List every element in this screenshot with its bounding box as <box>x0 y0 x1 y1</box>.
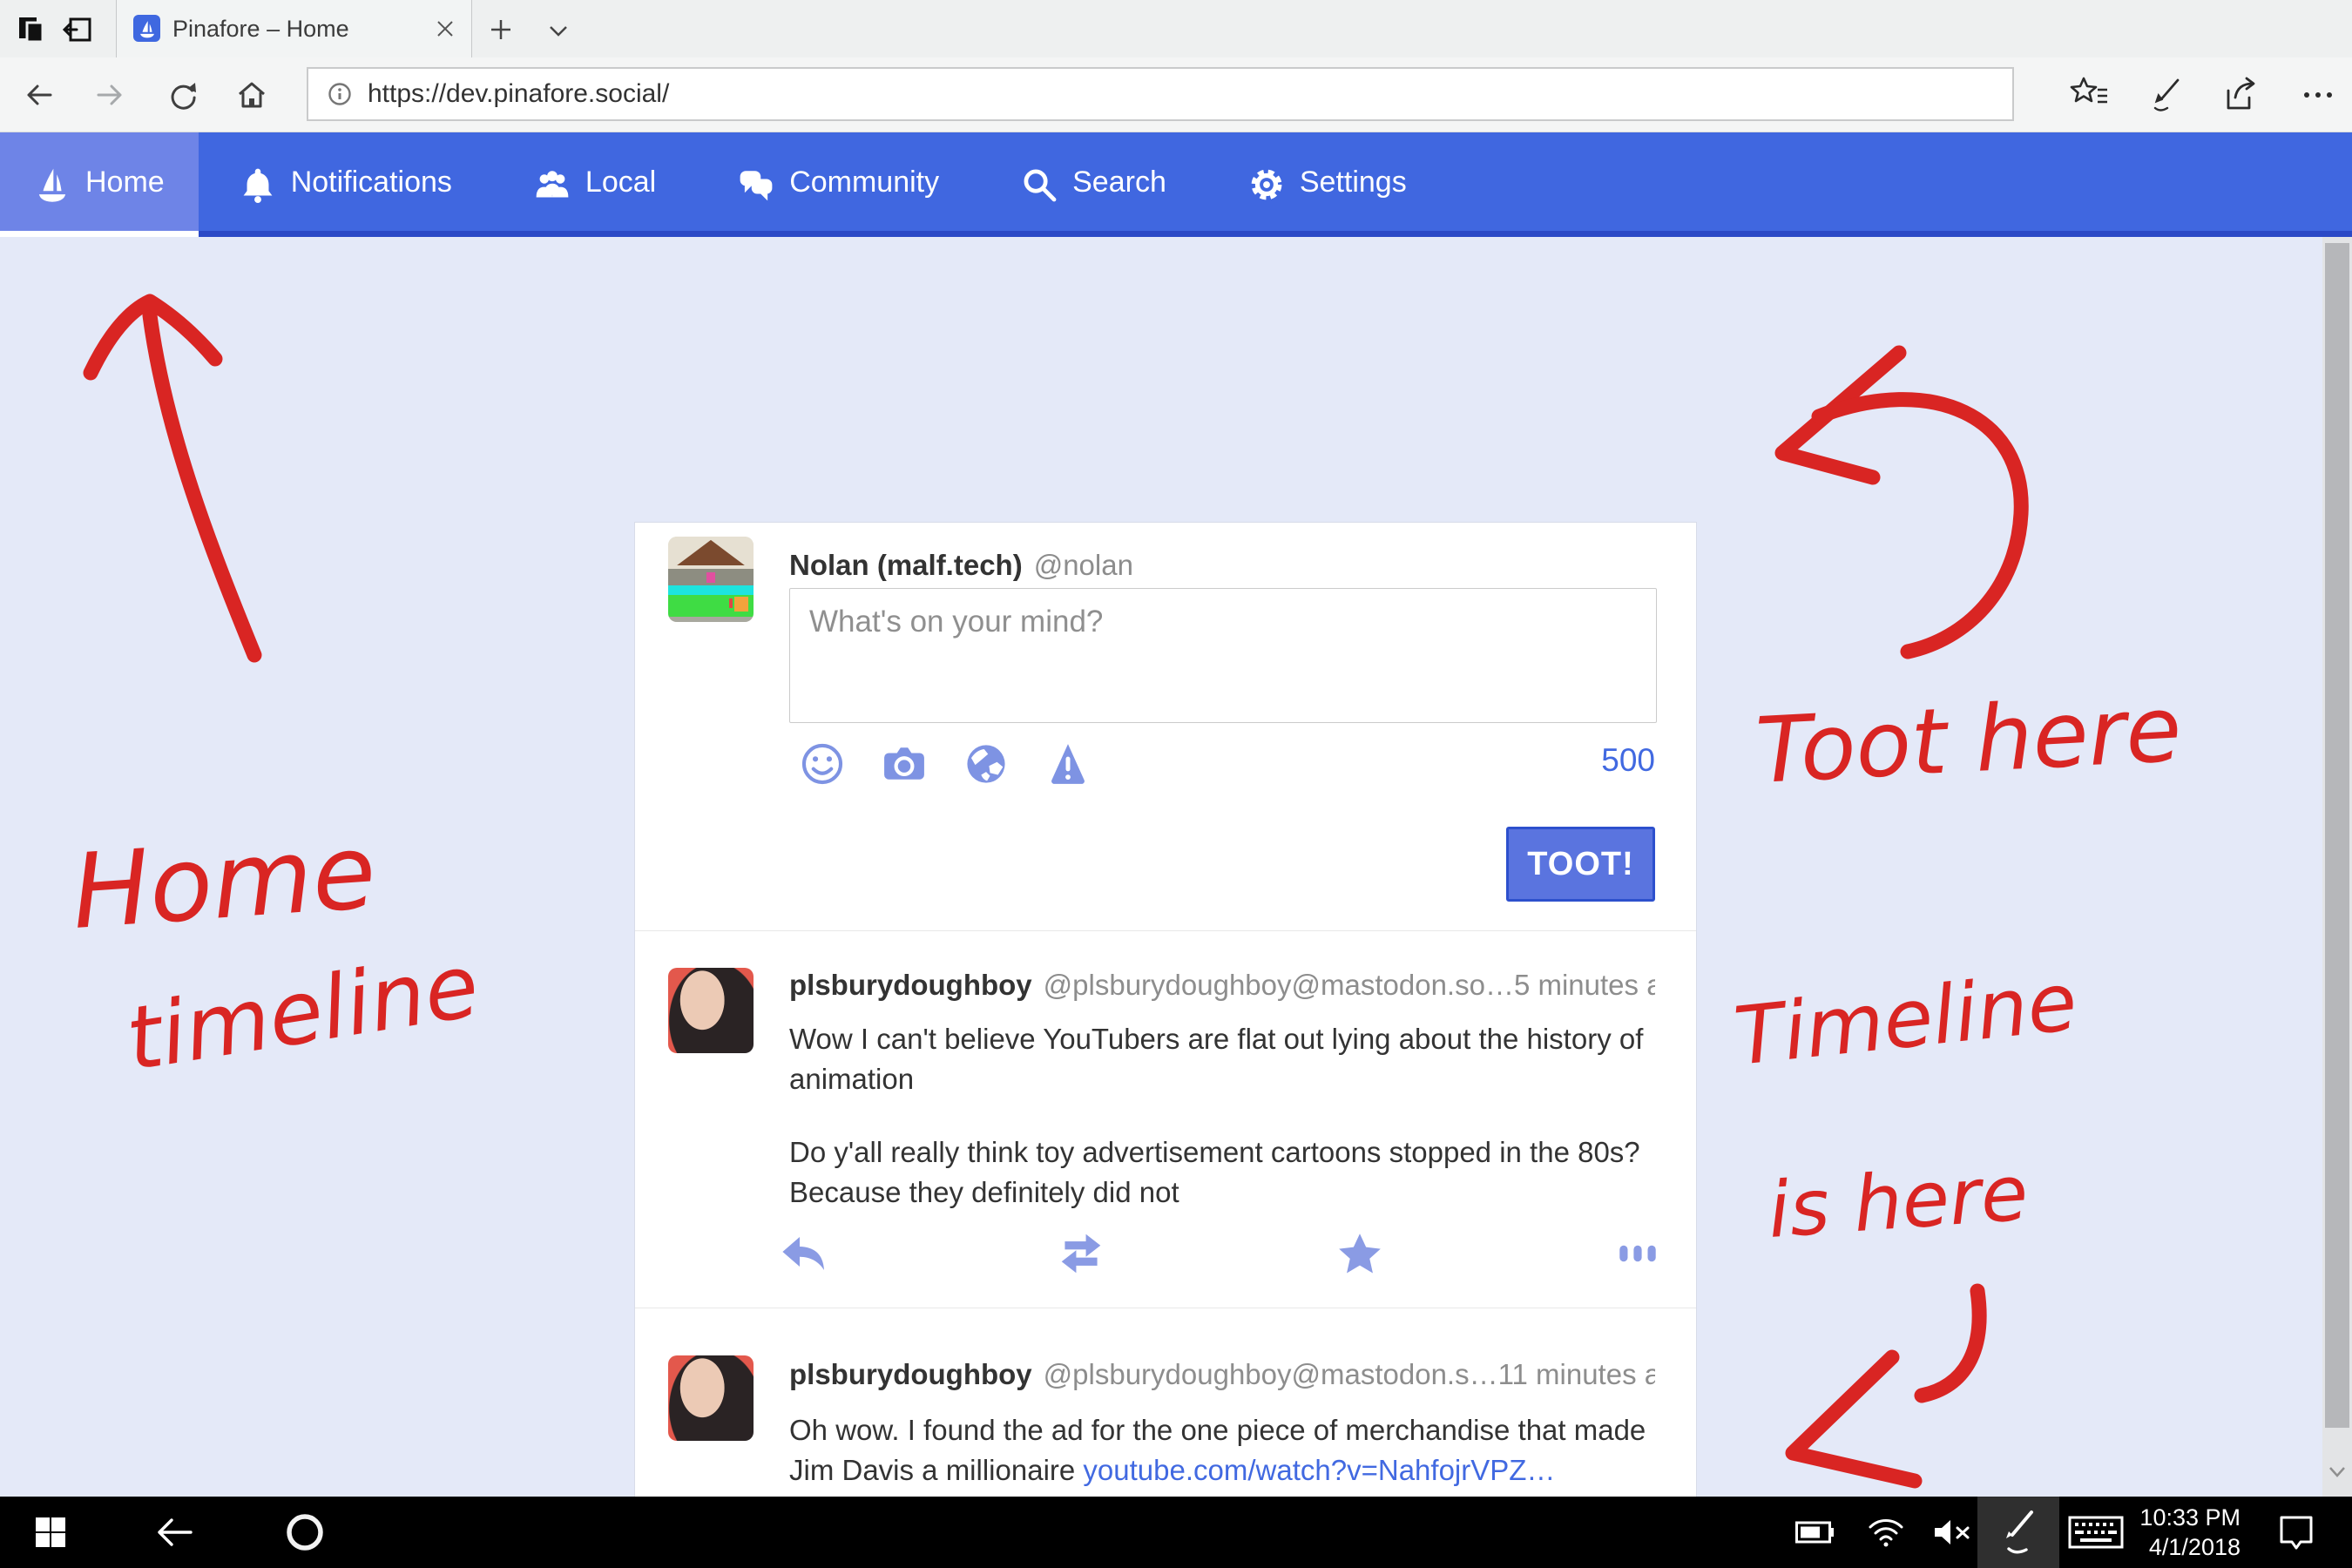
page-scrollbar-thumb[interactable] <box>2325 243 2349 1428</box>
post-handle: @plsburydoughboy@mastodon.s… <box>1044 1358 1498 1391</box>
post-handle: @plsburydoughboy@mastodon.so… <box>1044 969 1514 1002</box>
post-1: plsburydoughboy @plsburydoughboy@mastodo… <box>635 930 1696 1308</box>
sailboat-icon <box>34 166 71 203</box>
browser-tab[interactable]: Pinafore – Home <box>116 0 472 57</box>
boost-icon[interactable] <box>1054 1227 1108 1281</box>
compose-handle: @nolan <box>1034 549 1133 582</box>
more-icon[interactable] <box>1611 1227 1665 1281</box>
home-icon[interactable] <box>236 79 267 111</box>
taskbar-clock[interactable]: 10:33 PM 4/1/2018 <box>2136 1497 2240 1568</box>
globe-privacy-icon[interactable] <box>964 742 1008 786</box>
url-box[interactable] <box>307 67 2014 121</box>
more-menu-icon[interactable] <box>2298 75 2338 115</box>
reply-icon[interactable] <box>776 1227 830 1281</box>
nav-tab-search[interactable]: Search <box>980 132 1207 237</box>
set-aside-tabs-icon[interactable] <box>14 12 49 47</box>
nav-label-settings: Settings <box>1300 166 1407 205</box>
speech-bubbles-icon <box>738 166 774 203</box>
nav-tab-home[interactable]: Home <box>0 132 199 237</box>
camera-icon[interactable] <box>882 742 926 786</box>
pinafore-nav: Home Notifications Local Community Searc… <box>0 132 2352 237</box>
action-center-icon[interactable] <box>2272 1497 2321 1568</box>
compose-textarea[interactable] <box>789 588 1657 723</box>
wifi-icon[interactable] <box>1864 1497 1908 1568</box>
content-warning-icon[interactable] <box>1046 742 1090 786</box>
windows-ink-button[interactable] <box>1977 1497 2059 1568</box>
nav-tab-notifications[interactable]: Notifications <box>199 132 493 237</box>
search-icon <box>1021 166 1058 203</box>
nav-label-search: Search <box>1072 166 1166 205</box>
windows-taskbar: 10:33 PM 4/1/2018 <box>0 1497 2352 1568</box>
touch-keyboard-icon[interactable] <box>2063 1497 2129 1568</box>
gear-icon <box>1248 166 1285 203</box>
taskbar-back-button[interactable] <box>153 1497 195 1568</box>
nav-label-home: Home <box>85 166 165 205</box>
compose-display-name: Nolan (malf.tech) <box>789 549 1023 582</box>
nav-label-local: Local <box>585 166 656 205</box>
forward-icon[interactable] <box>94 79 125 111</box>
clock-date: 4/1/2018 <box>2149 1532 2240 1562</box>
cortana-button[interactable] <box>282 1497 328 1568</box>
browser-tab-bar: Pinafore – Home <box>0 0 2352 57</box>
pinafore-favicon-icon <box>133 15 160 42</box>
tab-list-chevron-icon[interactable] <box>542 17 575 44</box>
tab-title: Pinafore – Home <box>172 0 349 57</box>
people-icon <box>534 166 571 203</box>
web-note-pen-icon[interactable] <box>2145 75 2185 115</box>
volume-muted-icon[interactable] <box>1929 1497 1976 1568</box>
post-text: Oh wow. I found the ad for the one piece… <box>789 1410 1655 1490</box>
share-icon[interactable] <box>2220 75 2260 115</box>
battery-icon[interactable] <box>1793 1497 1838 1568</box>
pinafore-page-background: Nolan (malf.tech) @nolan 500 TOOT! p <box>0 237 2352 1497</box>
screen: Pinafore – Home Home <box>0 0 2352 1568</box>
post-text: Do y'all really think toy advertisement … <box>789 1132 1655 1213</box>
timeline-column: Nolan (malf.tech) @nolan 500 TOOT! p <box>634 522 1697 1568</box>
nav-tab-community[interactable]: Community <box>697 132 980 237</box>
url-input[interactable] <box>366 78 2012 110</box>
nav-label-community: Community <box>789 166 939 205</box>
nav-tab-local[interactable]: Local <box>493 132 697 237</box>
post-timestamp[interactable]: 5 minutes ago <box>1514 969 1655 1002</box>
post-avatar[interactable] <box>668 1355 754 1441</box>
post-avatar[interactable] <box>668 968 754 1053</box>
compose-avatar[interactable] <box>668 537 754 622</box>
post-text: Wow I can't believe YouTubers are flat o… <box>789 1019 1655 1099</box>
post-display-name[interactable]: plsburydoughboy <box>789 1358 1032 1391</box>
nav-tab-settings[interactable]: Settings <box>1207 132 1448 237</box>
scrollbar-down-chevron-icon[interactable] <box>2326 1460 2349 1483</box>
tab-preview-icon[interactable] <box>61 12 96 47</box>
browser-address-bar <box>0 57 2352 132</box>
tab-close-icon[interactable] <box>431 15 459 43</box>
back-icon[interactable] <box>24 79 55 111</box>
post-link[interactable]: youtube.com/watch?v=NahfojrVPZ… <box>1083 1454 1555 1486</box>
post-timestamp[interactable]: 11 minutes ago <box>1498 1358 1655 1391</box>
refresh-icon[interactable] <box>166 79 198 111</box>
new-tab-icon[interactable] <box>484 13 517 46</box>
site-info-icon[interactable] <box>328 82 352 106</box>
bell-icon <box>240 166 276 203</box>
nav-label-notifications: Notifications <box>291 166 452 205</box>
char-count: 500 <box>1601 742 1655 779</box>
toot-button[interactable]: TOOT! <box>1506 827 1655 902</box>
clock-time: 10:33 PM <box>2139 1503 2240 1532</box>
favorite-icon[interactable] <box>1333 1227 1387 1281</box>
post-display-name[interactable]: plsburydoughboy <box>789 969 1032 1002</box>
start-button[interactable] <box>30 1497 71 1568</box>
emoji-picker-icon[interactable] <box>801 742 844 786</box>
favorites-hub-icon[interactable] <box>2070 75 2110 115</box>
